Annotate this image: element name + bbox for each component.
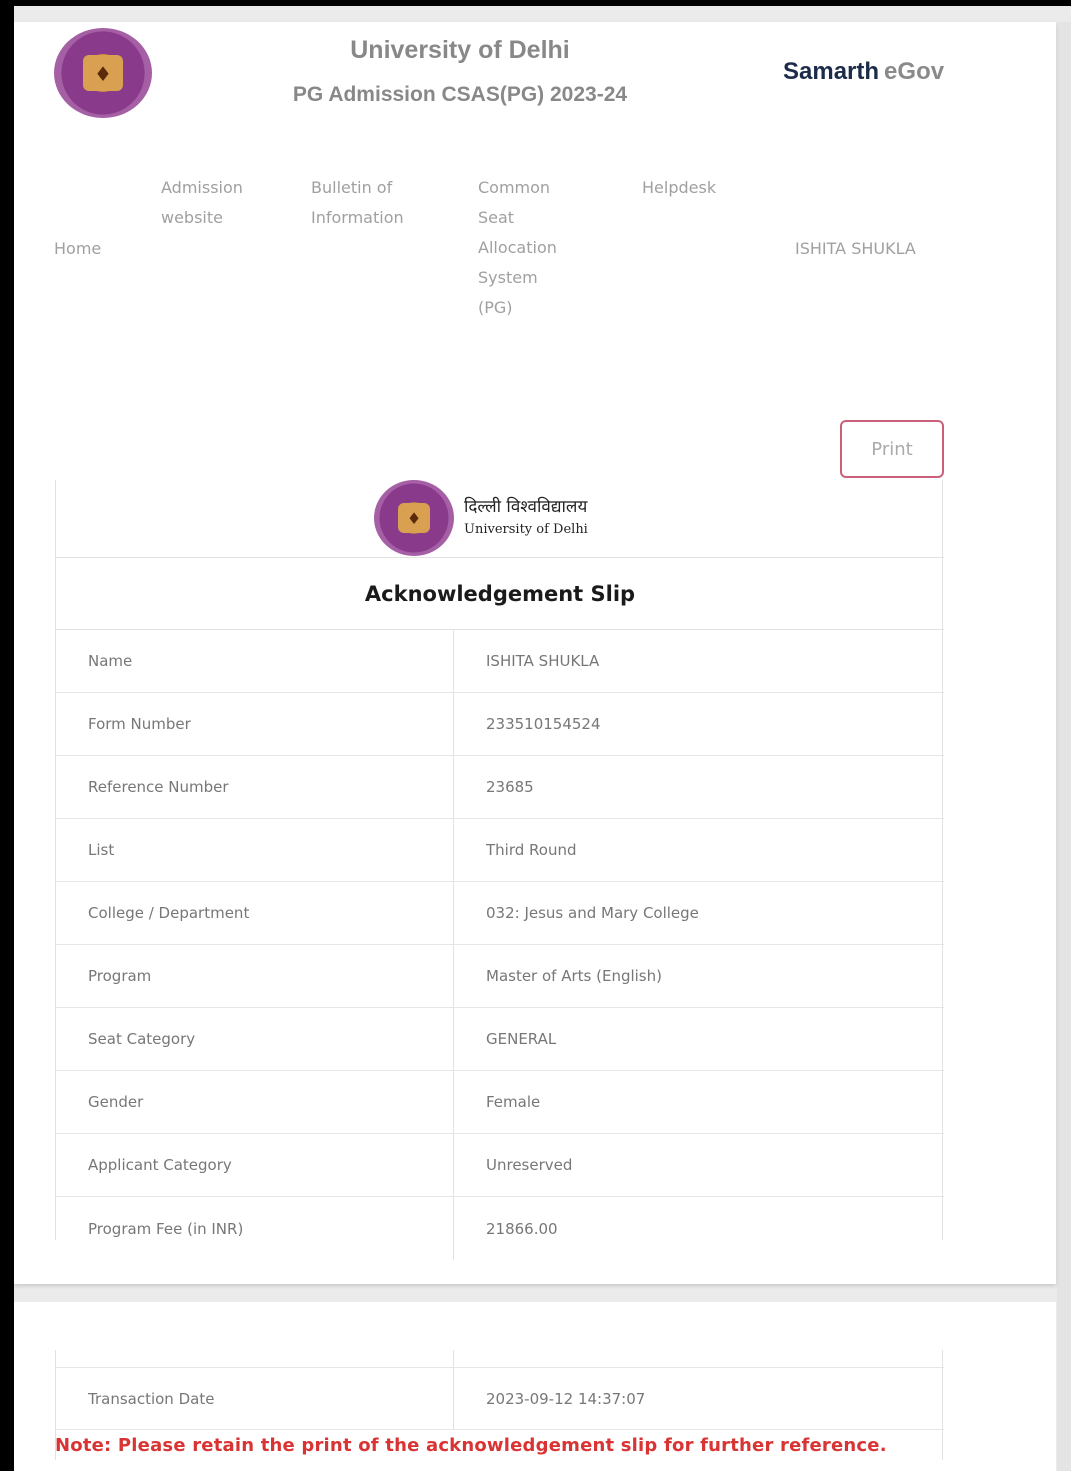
slip-title: Acknowledgement Slip (56, 558, 944, 630)
row-value: Master of Arts (English) (486, 967, 662, 985)
scrollbar-track[interactable] (1057, 22, 1071, 1471)
table-row: Name ISHITA SHUKLA (56, 630, 944, 693)
nav-home[interactable]: Home (54, 234, 101, 264)
nav-csas-line5: (PG) (478, 298, 513, 317)
table-row: Seat Category GENERAL (56, 1008, 944, 1071)
nav-bulletin-line1: Bulletin of (311, 178, 393, 197)
row-value: 23685 (486, 778, 534, 796)
row-value: 21866.00 (486, 1219, 558, 1238)
table-row: Program Master of Arts (English) (56, 945, 944, 1008)
slip-header: ♦ दिल्ली विश्वविद्यालय University of Del… (56, 480, 944, 558)
row-label: Form Number (88, 715, 191, 733)
nav-csas-line4: System (478, 268, 538, 287)
row-value: 2023-09-12 14:37:07 (486, 1389, 646, 1408)
column-divider (453, 756, 454, 818)
column-divider (453, 1008, 454, 1070)
nav-user-menu[interactable]: ISHITA SHUKLA (795, 234, 916, 264)
row-value: GENERAL (486, 1030, 557, 1048)
brand-main: Samarth (783, 58, 880, 85)
admission-subtitle: PG Admission CSAS(PG) 2023-24 (292, 83, 628, 106)
column-divider (453, 1071, 454, 1133)
column-divider (453, 819, 454, 881)
nav-bulletin-line2: Information (311, 208, 404, 227)
row-label: Name (88, 652, 133, 670)
note-text: Note: Please retain the print of the ack… (55, 1435, 887, 1456)
table-row: Gender Female (56, 1071, 944, 1134)
row-value: Third Round (486, 841, 577, 859)
table-row: Program Fee (in INR) 21866.00 (56, 1197, 944, 1260)
university-name-hindi: दिल्ली विश्वविद्यालय (464, 497, 588, 517)
brand-sub: eGov (884, 58, 945, 85)
university-name-english: University of Delhi (464, 522, 588, 537)
row-label: Seat Category (88, 1030, 196, 1048)
nav-bulletin[interactable]: Bulletin of Information (311, 173, 404, 233)
table-row-transaction-date: Transaction Date 2023-09-12 14:37:07 (56, 1367, 944, 1430)
row-value: Female (486, 1093, 541, 1111)
table-row: Applicant Category Unreserved (56, 1134, 944, 1197)
row-value: 032: Jesus and Mary College (486, 904, 699, 922)
nav-helpdesk[interactable]: Helpdesk (642, 173, 716, 203)
slip-university-logo-icon: ♦ (374, 480, 454, 556)
nav-csas-line3: Allocation (478, 238, 557, 257)
column-divider (453, 945, 454, 1007)
nav-csas-line1: Common (478, 178, 551, 197)
row-value: ISHITA SHUKLA (486, 652, 600, 670)
table-row: Form Number 233510154524 (56, 693, 944, 756)
column-divider (453, 1134, 454, 1196)
table-row: List Third Round (56, 819, 944, 882)
row-label: College / Department (88, 904, 250, 922)
nav-admission-website-line1: Admission (161, 178, 243, 197)
university-logo-icon: ♦ (54, 28, 152, 118)
row-value: Unreserved (486, 1156, 573, 1174)
row-label: Gender (88, 1093, 144, 1111)
column-divider (453, 630, 454, 692)
row-label: Transaction Date (88, 1389, 215, 1408)
acknowledgement-slip: ♦ दिल्ली विश्वविद्यालय University of Del… (55, 480, 944, 1260)
column-divider (453, 693, 454, 755)
row-label: List (88, 841, 115, 859)
nav-admission-website-line2: website (161, 208, 223, 227)
row-label: Program Fee (in INR) (88, 1219, 244, 1238)
nav-csas[interactable]: Common Seat Allocation System (PG) (478, 173, 557, 323)
nav-csas-line2: Seat (478, 208, 515, 227)
row-label: Program (88, 967, 152, 985)
table-row: Reference Number 23685 (56, 756, 944, 819)
print-button[interactable]: Print (840, 420, 944, 478)
row-label: Applicant Category (88, 1156, 232, 1174)
column-divider (453, 882, 454, 944)
row-value: 233510154524 (486, 715, 601, 733)
samarth-brand-logo[interactable]: Samarth eGov (783, 58, 944, 86)
university-title: University of Delhi (350, 36, 570, 64)
column-divider (453, 1197, 454, 1260)
row-label: Reference Number (88, 778, 229, 796)
nav-admission-website[interactable]: Admission website (161, 173, 243, 233)
table-row: College / Department 032: Jesus and Mary … (56, 882, 944, 945)
